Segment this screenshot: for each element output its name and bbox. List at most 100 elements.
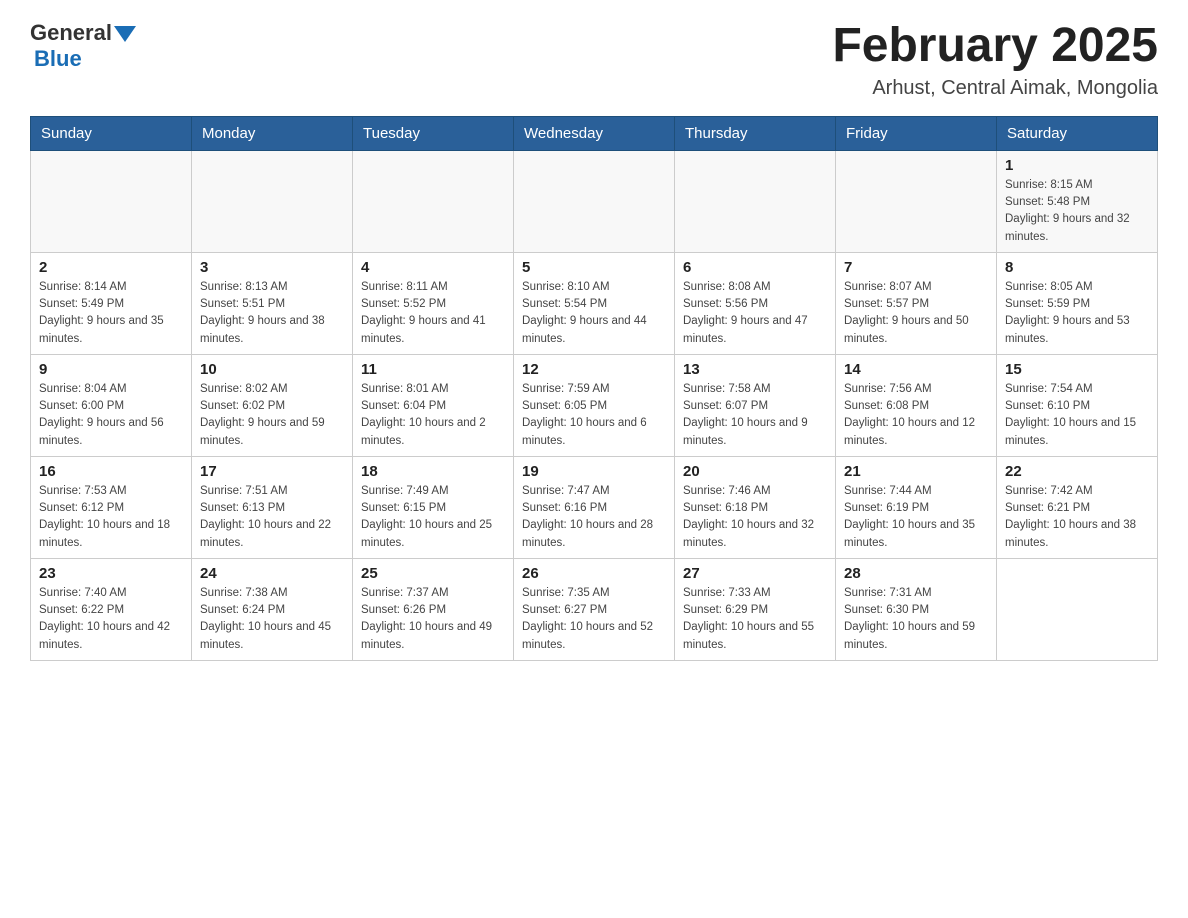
column-header-monday: Monday — [192, 116, 353, 150]
day-number: 3 — [200, 259, 344, 276]
day-number: 9 — [39, 361, 183, 378]
day-info: Sunrise: 7:46 AM Sunset: 6:18 PM Dayligh… — [683, 483, 827, 552]
day-info: Sunrise: 7:35 AM Sunset: 6:27 PM Dayligh… — [522, 585, 666, 654]
calendar-cell — [192, 150, 353, 252]
calendar-cell: 16 Sunrise: 7:53 AM Sunset: 6:12 PM Dayli… — [31, 456, 192, 558]
calendar-cell — [675, 150, 836, 252]
calendar-cell: 4 Sunrise: 8:11 AM Sunset: 5:52 PM Daylig… — [353, 252, 514, 354]
day-number: 26 — [522, 565, 666, 582]
calendar-header-row: SundayMondayTuesdayWednesdayThursdayFrid… — [31, 116, 1158, 150]
page-header: General Blue February 2025 Arhust, Centr… — [30, 20, 1158, 100]
column-header-wednesday: Wednesday — [514, 116, 675, 150]
day-info: Sunrise: 8:01 AM Sunset: 6:04 PM Dayligh… — [361, 381, 505, 450]
calendar-cell: 17 Sunrise: 7:51 AM Sunset: 6:13 PM Dayli… — [192, 456, 353, 558]
day-number: 5 — [522, 259, 666, 276]
page-subtitle: Arhust, Central Aimak, Mongolia — [832, 77, 1158, 100]
calendar-cell: 3 Sunrise: 8:13 AM Sunset: 5:51 PM Daylig… — [192, 252, 353, 354]
day-number: 20 — [683, 463, 827, 480]
day-info: Sunrise: 7:37 AM Sunset: 6:26 PM Dayligh… — [361, 585, 505, 654]
calendar-cell: 13Sunrise: 7:58 AM Sunset: 6:07 PM Dayli… — [675, 354, 836, 456]
day-number: 16 — [39, 463, 183, 480]
calendar-cell — [514, 150, 675, 252]
day-number: 18 — [361, 463, 505, 480]
day-number: 19 — [522, 463, 666, 480]
calendar-cell: 12 Sunrise: 7:59 AM Sunset: 6:05 PM Dayli… — [514, 354, 675, 456]
day-number: 8 — [1005, 259, 1149, 276]
day-number: 7 — [844, 259, 988, 276]
day-number: 15 — [1005, 361, 1149, 378]
day-info: Sunrise: 7:51 AM Sunset: 6:13 PM Dayligh… — [200, 483, 344, 552]
calendar-cell: 5 Sunrise: 8:10 AM Sunset: 5:54 PM Daylig… — [514, 252, 675, 354]
day-info: Sunrise: 7:59 AM Sunset: 6:05 PM Dayligh… — [522, 381, 666, 450]
day-info: Sunrise: 8:11 AM Sunset: 5:52 PM Dayligh… — [361, 279, 505, 348]
calendar-cell — [836, 150, 997, 252]
page-title: February 2025 — [832, 20, 1158, 73]
day-number: 6 — [683, 259, 827, 276]
calendar-cell: 26 Sunrise: 7:35 AM Sunset: 6:27 PM Dayli… — [514, 558, 675, 660]
day-info: Sunrise: 8:10 AM Sunset: 5:54 PM Dayligh… — [522, 279, 666, 348]
day-info: Sunrise: 7:31 AM Sunset: 6:30 PM Dayligh… — [844, 585, 988, 654]
day-number: 27 — [683, 565, 827, 582]
logo-arrow-icon — [114, 26, 136, 42]
calendar-week-row: 2Sunrise: 8:14 AM Sunset: 5:49 PM Daylig… — [31, 252, 1158, 354]
calendar-cell: 8Sunrise: 8:05 AM Sunset: 5:59 PM Daylig… — [997, 252, 1158, 354]
day-info: Sunrise: 8:04 AM Sunset: 6:00 PM Dayligh… — [39, 381, 183, 450]
day-number: 11 — [361, 361, 505, 378]
day-number: 2 — [39, 259, 183, 276]
day-number: 21 — [844, 463, 988, 480]
calendar-cell: 19 Sunrise: 7:47 AM Sunset: 6:16 PM Dayli… — [514, 456, 675, 558]
calendar-cell: 24 Sunrise: 7:38 AM Sunset: 6:24 PM Dayli… — [192, 558, 353, 660]
day-info: Sunrise: 8:15 AM Sunset: 5:48 PM Dayligh… — [1005, 177, 1149, 246]
column-header-tuesday: Tuesday — [353, 116, 514, 150]
calendar-week-row: 1 Sunrise: 8:15 AM Sunset: 5:48 PM Daylig… — [31, 150, 1158, 252]
calendar-cell: 2Sunrise: 8:14 AM Sunset: 5:49 PM Daylig… — [31, 252, 192, 354]
logo-blue-text: Blue — [34, 46, 82, 72]
day-info: Sunrise: 7:33 AM Sunset: 6:29 PM Dayligh… — [683, 585, 827, 654]
day-info: Sunrise: 7:56 AM Sunset: 6:08 PM Dayligh… — [844, 381, 988, 450]
day-number: 1 — [1005, 157, 1149, 174]
day-info: Sunrise: 8:13 AM Sunset: 5:51 PM Dayligh… — [200, 279, 344, 348]
calendar-cell: 20 Sunrise: 7:46 AM Sunset: 6:18 PM Dayli… — [675, 456, 836, 558]
day-info: Sunrise: 7:47 AM Sunset: 6:16 PM Dayligh… — [522, 483, 666, 552]
day-number: 14 — [844, 361, 988, 378]
column-header-saturday: Saturday — [997, 116, 1158, 150]
day-info: Sunrise: 7:40 AM Sunset: 6:22 PM Dayligh… — [39, 585, 183, 654]
calendar-cell: 6 Sunrise: 8:08 AM Sunset: 5:56 PM Daylig… — [675, 252, 836, 354]
column-header-thursday: Thursday — [675, 116, 836, 150]
day-number: 17 — [200, 463, 344, 480]
day-number: 4 — [361, 259, 505, 276]
logo-general-text: General — [30, 20, 112, 46]
day-number: 12 — [522, 361, 666, 378]
calendar-week-row: 23 Sunrise: 7:40 AM Sunset: 6:22 PM Dayli… — [31, 558, 1158, 660]
calendar-cell: 21Sunrise: 7:44 AM Sunset: 6:19 PM Dayli… — [836, 456, 997, 558]
day-info: Sunrise: 8:02 AM Sunset: 6:02 PM Dayligh… — [200, 381, 344, 450]
day-info: Sunrise: 7:53 AM Sunset: 6:12 PM Dayligh… — [39, 483, 183, 552]
day-number: 10 — [200, 361, 344, 378]
calendar-cell: 10 Sunrise: 8:02 AM Sunset: 6:02 PM Dayli… — [192, 354, 353, 456]
logo: General Blue — [30, 20, 136, 72]
column-header-friday: Friday — [836, 116, 997, 150]
calendar-table: SundayMondayTuesdayWednesdayThursdayFrid… — [30, 116, 1158, 661]
calendar-cell: 27 Sunrise: 7:33 AM Sunset: 6:29 PM Dayli… — [675, 558, 836, 660]
calendar-week-row: 16 Sunrise: 7:53 AM Sunset: 6:12 PM Dayli… — [31, 456, 1158, 558]
day-number: 22 — [1005, 463, 1149, 480]
calendar-cell: 7 Sunrise: 8:07 AM Sunset: 5:57 PM Daylig… — [836, 252, 997, 354]
calendar-cell: 15Sunrise: 7:54 AM Sunset: 6:10 PM Dayli… — [997, 354, 1158, 456]
day-number: 23 — [39, 565, 183, 582]
day-info: Sunrise: 7:42 AM Sunset: 6:21 PM Dayligh… — [1005, 483, 1149, 552]
day-info: Sunrise: 8:08 AM Sunset: 5:56 PM Dayligh… — [683, 279, 827, 348]
calendar-cell: 22 Sunrise: 7:42 AM Sunset: 6:21 PM Dayli… — [997, 456, 1158, 558]
day-number: 13 — [683, 361, 827, 378]
calendar-cell: 25 Sunrise: 7:37 AM Sunset: 6:26 PM Dayli… — [353, 558, 514, 660]
calendar-cell: 23 Sunrise: 7:40 AM Sunset: 6:22 PM Dayli… — [31, 558, 192, 660]
day-number: 28 — [844, 565, 988, 582]
calendar-cell — [353, 150, 514, 252]
calendar-cell: 1 Sunrise: 8:15 AM Sunset: 5:48 PM Daylig… — [997, 150, 1158, 252]
day-info: Sunrise: 8:07 AM Sunset: 5:57 PM Dayligh… — [844, 279, 988, 348]
day-number: 25 — [361, 565, 505, 582]
column-header-sunday: Sunday — [31, 116, 192, 150]
day-info: Sunrise: 7:38 AM Sunset: 6:24 PM Dayligh… — [200, 585, 344, 654]
title-area: February 2025 Arhust, Central Aimak, Mon… — [832, 20, 1158, 100]
calendar-cell — [31, 150, 192, 252]
day-number: 24 — [200, 565, 344, 582]
